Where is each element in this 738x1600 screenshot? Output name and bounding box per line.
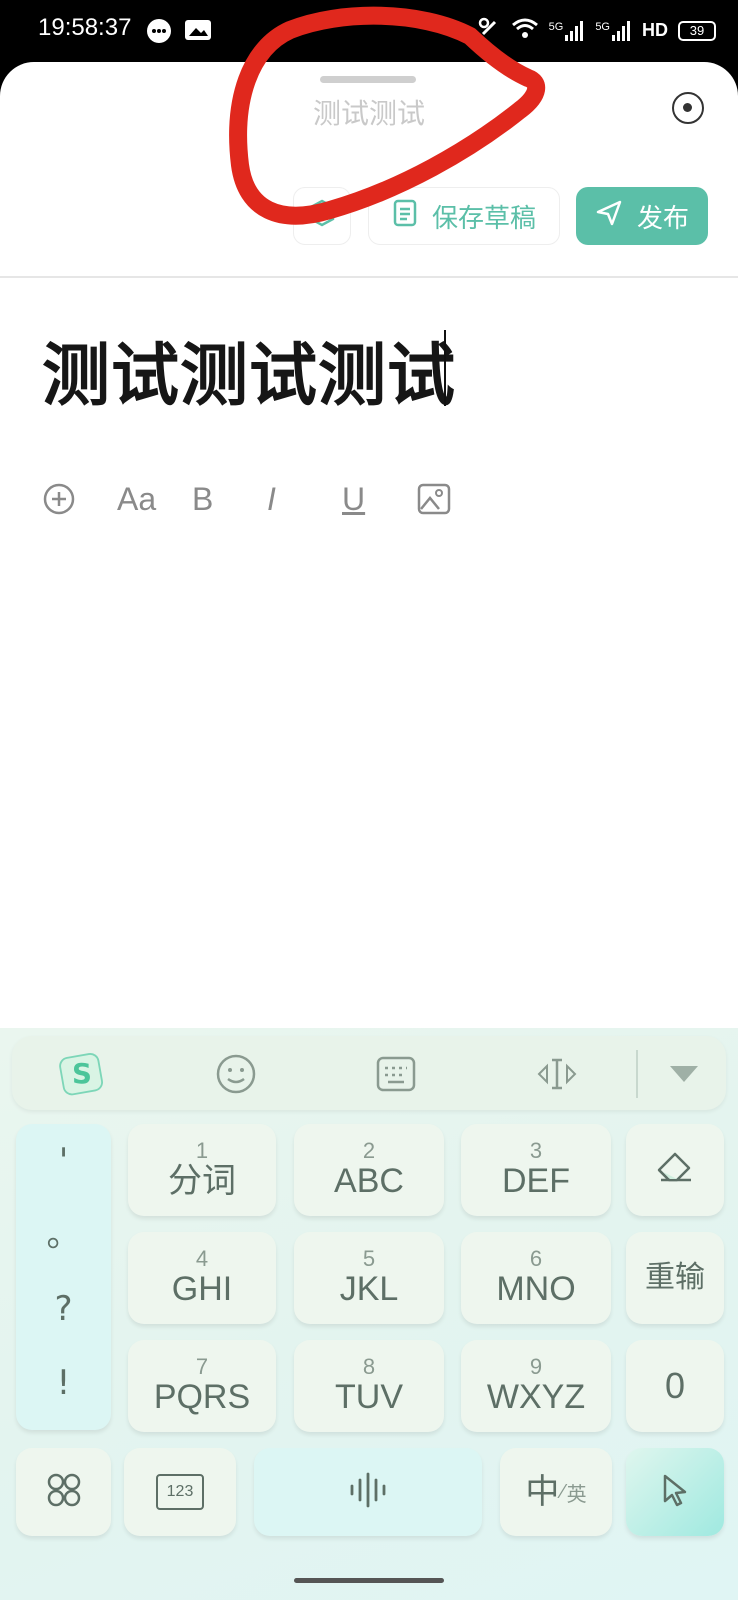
svg-text:S: S	[72, 1057, 92, 1090]
collapse-keyboard-icon[interactable]	[664, 1054, 704, 1094]
symbols-key[interactable]	[16, 1448, 111, 1536]
key-3[interactable]: 3 DEF	[461, 1124, 611, 1216]
punctuation-column: ' 。 ? !	[16, 1124, 111, 1430]
sheet-title: 测试测试	[312, 97, 425, 130]
battery-level: 39	[689, 23, 705, 38]
bold-icon[interactable]: B	[192, 474, 267, 524]
pointer-icon	[655, 1470, 695, 1515]
ime-keyboard: S ' 。 ? ! 1 分词 2 ABC 3 DEF 4 GHI 5 JKL 6…	[0, 1028, 738, 1600]
key-label: PQRS	[153, 1378, 251, 1416]
status-bar: 19:58:37 5G 5G HD 39	[0, 0, 738, 64]
key-number: 8	[362, 1354, 376, 1379]
key-number: 4	[195, 1246, 209, 1271]
link-icon	[477, 16, 501, 45]
lang-switch-key[interactable]: 中 ⁄ 英	[500, 1448, 612, 1536]
key-6[interactable]: 6 MNO	[461, 1232, 611, 1324]
hexagon-icon	[307, 198, 337, 235]
italic-icon[interactable]: I	[267, 474, 342, 524]
key-number: 9	[529, 1354, 543, 1379]
retype-key[interactable]: 重输	[626, 1232, 724, 1324]
cursor-move-icon[interactable]	[532, 1054, 582, 1094]
underline-icon[interactable]: U	[342, 474, 417, 524]
toolbar-separator	[636, 1050, 638, 1098]
key-label: MNO	[496, 1270, 576, 1308]
key-label: JKL	[339, 1270, 399, 1308]
key-number: 3	[529, 1138, 543, 1163]
signal-icon-2: 5G	[595, 20, 632, 41]
box-button[interactable]	[293, 187, 351, 245]
network-type-2: 5G	[595, 20, 610, 33]
clover-icon	[45, 1471, 83, 1514]
emoji-icon[interactable]	[216, 1054, 256, 1094]
wifi-icon	[511, 17, 539, 44]
voice-space-key[interactable]	[254, 1448, 482, 1536]
publish-button[interactable]: 发布	[576, 187, 708, 245]
battery-icon: 39	[678, 20, 716, 41]
send-icon	[595, 199, 623, 234]
format-toolbar: Aa B I U	[42, 474, 492, 524]
key-label: 分词	[168, 1161, 236, 1201]
publish-label: 发布	[636, 203, 689, 234]
title-input[interactable]: 测试测试测试	[42, 320, 456, 419]
hd-label: HD	[642, 20, 668, 40]
key-8[interactable]: 8 TUV	[294, 1340, 444, 1432]
key-number: 5	[362, 1246, 376, 1271]
status-time: 19:58:37	[38, 14, 132, 41]
key-1[interactable]: 1 分词	[128, 1124, 276, 1216]
sogou-logo-icon[interactable]: S	[58, 1053, 106, 1096]
punct-key[interactable]: !	[16, 1346, 111, 1420]
save-draft-label: 保存草稿	[431, 203, 536, 234]
lang-alt-label: 英	[566, 1483, 587, 1506]
lang-separator: ⁄	[561, 1480, 565, 1503]
punct-key[interactable]: '	[16, 1124, 111, 1198]
punct-key[interactable]: 。	[16, 1198, 111, 1272]
target-icon[interactable]	[672, 92, 704, 124]
numpad-icon: 123	[156, 1474, 204, 1510]
key-label: WXYZ	[486, 1378, 586, 1416]
key-2[interactable]: 2 ABC	[294, 1124, 444, 1216]
text-caret	[444, 330, 446, 406]
network-type-1: 5G	[548, 20, 564, 33]
voice-wave-icon	[346, 1470, 390, 1515]
key-label: ABC	[334, 1162, 404, 1200]
key-label: TUV	[335, 1378, 403, 1416]
signal-icon-1: 5G	[548, 20, 586, 41]
save-draft-button[interactable]: 保存草稿	[368, 187, 560, 245]
retype-label: 重输	[645, 1260, 705, 1295]
key-number: 1	[195, 1138, 209, 1163]
key-9[interactable]: 9 WXYZ	[461, 1340, 611, 1432]
gallery-notification-icon	[184, 18, 212, 46]
enter-key[interactable]	[626, 1448, 724, 1536]
numpad-key[interactable]: 123	[124, 1448, 236, 1536]
add-icon[interactable]	[42, 474, 117, 524]
numpad-label: 123	[166, 1483, 194, 1500]
drag-handle[interactable]	[320, 76, 416, 83]
key-number: 6	[529, 1246, 543, 1271]
keyboard-toolbar: S	[12, 1036, 726, 1110]
message-icon	[146, 18, 172, 48]
keyboard-icon[interactable]	[376, 1054, 416, 1094]
eraser-icon	[655, 1150, 695, 1191]
header-divider	[0, 276, 738, 278]
key-number: 7	[195, 1354, 209, 1379]
key-0[interactable]: 0	[626, 1340, 724, 1432]
key-number: 2	[362, 1138, 376, 1163]
key-label: DEF	[502, 1162, 570, 1200]
delete-key[interactable]	[626, 1124, 724, 1216]
key-label: GHI	[171, 1270, 233, 1308]
home-indicator[interactable]	[294, 1578, 444, 1583]
key-4[interactable]: 4 GHI	[128, 1232, 276, 1324]
punct-key[interactable]: ?	[16, 1272, 111, 1346]
lang-main-label: 中	[525, 1472, 560, 1512]
key-7[interactable]: 7 PQRS	[128, 1340, 276, 1432]
document-icon	[392, 198, 418, 235]
key-5[interactable]: 5 JKL	[294, 1232, 444, 1324]
zero-label: 0	[664, 1365, 686, 1406]
image-icon[interactable]	[417, 474, 492, 524]
font-size-icon[interactable]: Aa	[117, 474, 192, 524]
